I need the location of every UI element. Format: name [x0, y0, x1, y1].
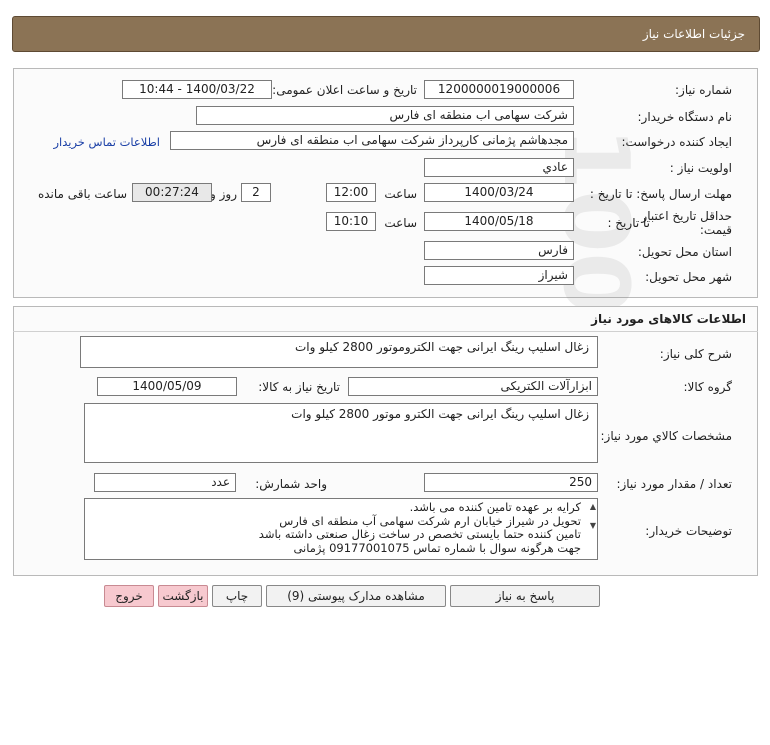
exit-button[interactable]: خروج: [104, 585, 154, 607]
validity-label: حداقل تاریخ اعتبار: [641, 209, 732, 223]
need-info-panel: [13, 68, 758, 298]
buyer-contact-link[interactable]: اطلاعات تماس خریدار: [53, 135, 160, 149]
days-label: روز و: [210, 187, 237, 201]
buyer-org-label: نام دستگاه خریدار:: [637, 110, 733, 124]
priority-label: اولویت نیاز :: [669, 161, 732, 175]
need-number-label: شماره نیاز:: [675, 83, 732, 97]
creator-label: ایجاد کننده درخواست:: [621, 135, 732, 149]
validity-time-label: ساعت: [384, 216, 417, 230]
buyer-org-field: شرکت سهامی اب منطقه ای فارس: [196, 106, 574, 125]
note-line: کرایه بر عهده تامین کننده می باشد.: [409, 500, 581, 514]
validity-date-field: 1400/05/18: [424, 212, 574, 231]
deadline-time-label: ساعت: [384, 187, 417, 201]
quantity-field: 250: [424, 473, 598, 492]
note-line: تحویل در شیراز خیابان ارم شرکت سهامی آب …: [279, 513, 581, 528]
goods-section-title: اطلاعات کالاهای مورد نیاز: [591, 312, 746, 326]
need-date-label: تاریخ نیاز به کالا:: [258, 380, 340, 394]
announce-label: تاریخ و ساعت اعلان عمومی:: [272, 83, 417, 97]
note-line: جهت هرگونه سوال با شماره تماس 0917700107…: [293, 540, 581, 555]
attachments-button[interactable]: مشاهده مدارک پیوستی (9): [266, 585, 446, 607]
reply-button[interactable]: پاسخ به نیاز: [450, 585, 600, 607]
buyer-notes-field[interactable]: کرایه بر عهده تامین کننده می باشد. تحویل…: [84, 498, 598, 560]
unit-field: عدد: [94, 473, 236, 492]
spec-label: مشخصات کالاي مورد نیاز:: [600, 429, 732, 443]
buyer-notes-label: توضیحات خریدار:: [645, 524, 732, 538]
announce-datetime-field: 1400/03/22 - 10:44: [122, 80, 272, 99]
validity-label-2: قیمت:: [699, 223, 732, 237]
city-label: شهر محل تحویل:: [645, 270, 732, 284]
province-field: فارس: [424, 241, 574, 260]
need-number-field: 1200000019000006: [424, 80, 574, 99]
back-button[interactable]: بازگشت: [158, 585, 208, 607]
note-line: تامین کننده حتما بایستی تخصص در ساخت زغا…: [258, 527, 581, 541]
deadline-date-field: 1400/03/24: [424, 183, 574, 202]
general-desc-label: شرح کلی نیاز:: [659, 347, 732, 361]
general-desc-field: زغال اسلیپ رینگ ایرانی جهت الکتروموتور 2…: [80, 336, 598, 368]
province-label: استان محل تحویل:: [637, 245, 732, 259]
creator-field: مجدهاشم پژمانی کارپرداز شرکت سهامی اب من…: [170, 131, 574, 150]
validity-to-label: تا تاریخ :: [607, 216, 650, 230]
validity-time-field: 10:10: [326, 212, 376, 231]
unit-label: واحد شمارش:: [255, 477, 327, 491]
days-remaining-field: 2: [241, 183, 271, 202]
goods-group-label: گروه کالا:: [683, 380, 733, 394]
quantity-label: تعداد / مقدار مورد نیاز:: [616, 477, 732, 491]
goods-group-field: ابزارآلات الکتریکی: [348, 377, 598, 396]
notes-scrollbar[interactable]: ▲ ▼: [588, 500, 598, 558]
need-date-field: 1400/05/09: [97, 377, 237, 396]
page-title: جزئیات اطلاعات نیاز: [642, 27, 745, 41]
scroll-down-icon[interactable]: ▼: [588, 521, 598, 531]
print-button[interactable]: چاپ: [212, 585, 262, 607]
scroll-up-icon[interactable]: ▲: [588, 502, 598, 512]
city-field: شیراز: [424, 266, 574, 285]
time-remaining-field: 00:27:24: [132, 183, 212, 202]
time-remaining-label: ساعت باقی مانده: [37, 187, 127, 201]
section-divider: [13, 331, 758, 332]
page-header: جزئیات اطلاعات نیاز: [12, 16, 760, 52]
priority-field: عادي: [424, 158, 574, 177]
deadline-time-field: 12:00: [326, 183, 376, 202]
spec-field: زغال اسلیپ رینگ ایرانی جهت الکترو موتور …: [84, 403, 598, 463]
deadline-label: مهلت ارسال پاسخ: تا تاریخ :: [589, 187, 732, 201]
